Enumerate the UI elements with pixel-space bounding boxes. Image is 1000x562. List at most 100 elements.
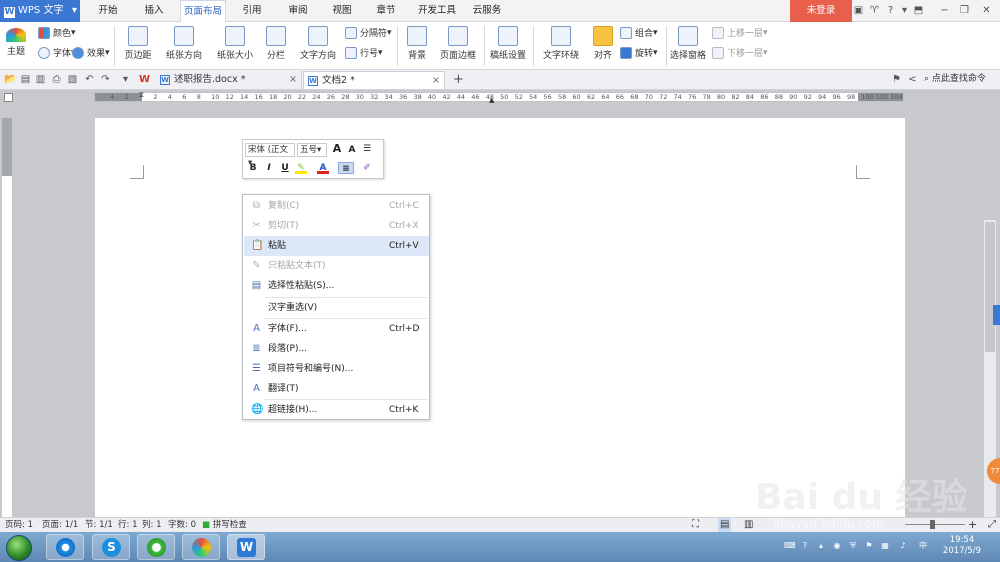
security-icon[interactable]: ⛨ bbox=[848, 541, 858, 551]
app-menu-button[interactable]: W WPS 文字 ▾ bbox=[0, 0, 80, 22]
read-view-icon[interactable]: ▥ bbox=[744, 518, 753, 532]
colors-button[interactable]: 颜色 ▾ bbox=[38, 26, 76, 39]
redo-icon[interactable]: ↷ bbox=[99, 73, 112, 86]
grow-font-button[interactable]: A bbox=[331, 143, 343, 155]
columns-button[interactable]: 分栏 bbox=[260, 24, 292, 61]
tab-developer[interactable]: 开发工具 bbox=[412, 0, 462, 22]
breaks-button[interactable]: 分隔符 ▾ bbox=[345, 26, 392, 39]
login-button[interactable]: 未登录 bbox=[790, 0, 852, 22]
line-numbers-button[interactable]: 行号 ▾ bbox=[345, 46, 383, 59]
chevron-down-icon[interactable]: ▾ bbox=[119, 73, 132, 86]
doc-tab-report[interactable]: W 述职报告.docx * × bbox=[156, 71, 302, 89]
skin-icon[interactable]: ▣ bbox=[852, 4, 865, 17]
document-page[interactable] bbox=[95, 118, 905, 518]
group-button[interactable]: 组合 ▾ bbox=[620, 26, 658, 39]
close-icon[interactable]: × bbox=[289, 71, 297, 89]
status-page-number[interactable]: 页码: 1 bbox=[5, 518, 33, 532]
right-indent-marker[interactable]: ▲ bbox=[489, 96, 494, 104]
menu-item-translate[interactable]: A 翻译(T) bbox=[244, 379, 429, 399]
shrink-font-button[interactable]: A bbox=[346, 144, 358, 156]
maximize-icon[interactable]: ❐ bbox=[958, 4, 971, 17]
text-direction-button[interactable]: 文字方向 bbox=[295, 24, 341, 61]
export-pdf-icon[interactable]: ▥ bbox=[34, 73, 47, 86]
save-icon[interactable]: ▤ bbox=[19, 73, 32, 86]
chevron-left-icon[interactable]: < bbox=[906, 73, 919, 86]
font-family-select[interactable]: 宋体 (正文▾ bbox=[245, 143, 295, 168]
menu-item-cut[interactable]: ✂ 剪切(T) Ctrl+X bbox=[244, 216, 429, 236]
taskbar-wps[interactable]: W bbox=[227, 534, 265, 560]
tab-insert[interactable]: 插入 bbox=[134, 0, 174, 22]
flag-tray-icon[interactable]: ⚑ bbox=[864, 541, 874, 551]
taskbar-paint[interactable] bbox=[182, 534, 220, 560]
spellcheck-toggle[interactable]: ■ 拼写检查 bbox=[202, 518, 247, 532]
ime-icon[interactable]: 中 bbox=[918, 541, 928, 551]
underline-button[interactable]: U bbox=[279, 162, 291, 174]
menu-item-paragraph[interactable]: ≣ 段落(P)... bbox=[244, 339, 429, 359]
close-icon[interactable]: × bbox=[432, 72, 440, 90]
shirt-icon[interactable]: ♈ bbox=[868, 4, 881, 17]
tab-start[interactable]: 开始 bbox=[88, 0, 128, 22]
network-icon[interactable]: ▦ bbox=[880, 541, 890, 551]
zoom-slider[interactable] bbox=[905, 524, 965, 525]
line-spacing-icon[interactable]: ☰ bbox=[361, 143, 373, 155]
size-button[interactable]: 纸张大小 bbox=[212, 24, 258, 61]
font-size-select[interactable]: 五号▾ bbox=[297, 143, 327, 157]
expand-icon[interactable]: ⤢ bbox=[988, 518, 996, 532]
system-clock[interactable]: 19:54 2017/5/9 bbox=[940, 535, 984, 557]
chevron-down-icon[interactable]: ▾ bbox=[898, 4, 911, 17]
font-color-icon[interactable]: A bbox=[317, 162, 329, 174]
taskbar-sogou[interactable]: S bbox=[92, 534, 130, 560]
bring-forward-button[interactable]: 上移一层 ▾ bbox=[712, 26, 768, 39]
command-search[interactable]: ⌕ 点此查找命令 bbox=[924, 73, 986, 86]
start-button[interactable] bbox=[6, 535, 32, 561]
doc-tab-doc2[interactable]: W 文档2 * × bbox=[303, 71, 445, 89]
tab-chapter[interactable]: 章节 bbox=[366, 0, 406, 22]
menu-item-paste-text[interactable]: ✎ 只粘贴文本(T) bbox=[244, 256, 429, 276]
side-panel-toggle[interactable] bbox=[993, 305, 1000, 325]
menu-item-reselect-chars[interactable]: 汉字重选(V) bbox=[244, 298, 429, 318]
print-preview-icon[interactable]: ▧ bbox=[66, 73, 79, 86]
help-tray-icon[interactable]: ? bbox=[800, 541, 810, 551]
highlight-icon[interactable]: ✎ bbox=[295, 162, 307, 174]
help-icon[interactable]: ? bbox=[884, 4, 897, 17]
vertical-ruler[interactable] bbox=[2, 118, 12, 518]
theme-button[interactable]: 主题 bbox=[4, 24, 28, 57]
chevron-up-icon[interactable]: ▴ bbox=[816, 541, 826, 551]
zoom-in-icon[interactable]: + bbox=[968, 518, 977, 532]
restore-ribbon-icon[interactable]: ⬒ bbox=[912, 4, 925, 17]
menu-item-bullets[interactable]: ☰ 项目符号和编号(N)... bbox=[244, 359, 429, 379]
margins-button[interactable]: 页边距 bbox=[118, 24, 158, 61]
rotate-button[interactable]: 旋转 ▾ bbox=[620, 46, 658, 59]
menu-item-copy[interactable]: ⧉ 复制(C) Ctrl+C bbox=[244, 196, 429, 216]
print-icon[interactable]: ⎙ bbox=[50, 73, 63, 86]
menu-item-hyperlink[interactable]: 🌐 超链接(H)... Ctrl+K bbox=[244, 400, 429, 420]
keyboard-icon[interactable]: ⌨ bbox=[784, 541, 796, 551]
status-word-count[interactable]: 字数: 0 bbox=[168, 518, 196, 532]
flag-icon[interactable]: ⚑ bbox=[890, 73, 903, 86]
status-section[interactable]: 节: 1/1 bbox=[85, 518, 113, 532]
align-text-icon[interactable]: ≡ bbox=[338, 162, 354, 174]
open-icon[interactable]: 📂 bbox=[4, 73, 17, 86]
horizontal-ruler[interactable]: 4 2 2 4 6 8 10 12 14 16 18 20 22 24 26 28 30 32 34 36 38 40 42… bbox=[94, 92, 904, 102]
scrollbar-thumb[interactable] bbox=[985, 222, 995, 352]
italic-button[interactable]: I bbox=[263, 162, 275, 174]
page-view-icon[interactable]: ▤ bbox=[718, 518, 732, 532]
tab-page-layout[interactable]: 页面布局 bbox=[180, 0, 226, 22]
status-pages[interactable]: 页面: 1/1 bbox=[42, 518, 78, 532]
undo-icon[interactable]: ↶ bbox=[83, 73, 96, 86]
status-column[interactable]: 列: 1 bbox=[142, 518, 161, 532]
orientation-button[interactable]: 纸张方向 bbox=[162, 24, 206, 61]
taskbar-ie[interactable] bbox=[46, 534, 84, 560]
tab-references[interactable]: 引用 bbox=[232, 0, 272, 22]
effects-button[interactable]: 效果 ▾ bbox=[72, 46, 110, 59]
align-button[interactable]: 对齐 bbox=[588, 24, 618, 61]
tab-selector[interactable] bbox=[4, 93, 13, 102]
zoom-slider-thumb[interactable] bbox=[930, 520, 935, 529]
fullscreen-icon[interactable]: ⛶ bbox=[692, 518, 699, 532]
menu-item-paste[interactable]: 📋 粘贴 Ctrl+V bbox=[244, 236, 429, 256]
format-painter-icon[interactable]: ✐ bbox=[361, 162, 373, 174]
status-row[interactable]: 行: 1 bbox=[118, 518, 137, 532]
menu-item-font[interactable]: A 字体(F)... Ctrl+D bbox=[244, 319, 429, 339]
draft-paper-button[interactable]: 稿纸设置 bbox=[487, 24, 529, 61]
indent-marker[interactable]: ⧖ bbox=[139, 91, 144, 100]
